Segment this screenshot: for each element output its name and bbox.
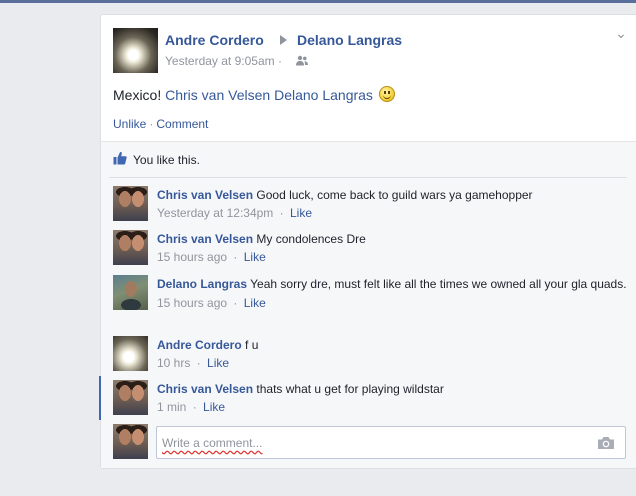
- commenter-avatar[interactable]: [113, 380, 148, 415]
- divider: [109, 177, 627, 178]
- arrow-right-icon: [280, 35, 287, 45]
- comment-text: f u: [245, 338, 259, 352]
- comment-like-button[interactable]: Like: [244, 250, 266, 264]
- smiley-icon: [378, 86, 395, 102]
- comment-input-placeholder: Write a comment...: [162, 436, 263, 450]
- top-nav-strip: [0, 0, 636, 3]
- comment-timestamp[interactable]: 1 min: [157, 400, 186, 414]
- meta-separator: ·: [233, 296, 238, 310]
- post-timestamp[interactable]: Yesterday at 9:05am: [165, 54, 275, 68]
- commenter-name[interactable]: Andre Cordero: [157, 338, 242, 352]
- post-author-link[interactable]: Andre Cordero: [165, 32, 264, 48]
- comment-text: Yeah sorry dre, must felt like all the t…: [250, 277, 627, 291]
- friends-icon[interactable]: [296, 55, 308, 66]
- post-actions: Unlike · Comment: [113, 117, 208, 131]
- post-target-link[interactable]: Delano Langras: [297, 32, 402, 48]
- meta-separator: ·: [277, 54, 282, 68]
- comment-like-button[interactable]: Like: [207, 356, 229, 370]
- meta-separator: ·: [192, 400, 197, 414]
- commenter-avatar[interactable]: [113, 230, 148, 265]
- comment-timestamp[interactable]: 10 hrs: [157, 356, 190, 370]
- thumbs-up-icon: [113, 151, 127, 165]
- commenter-name[interactable]: Chris van Velsen: [157, 382, 253, 396]
- comment-text: My condolences Dre: [256, 232, 366, 246]
- tagged-friend-link[interactable]: Chris van Velsen: [165, 87, 270, 103]
- like-count-text[interactable]: You like this.: [133, 153, 200, 167]
- commenter-name[interactable]: Chris van Velsen: [157, 188, 253, 202]
- comment-input[interactable]: Write a comment...: [156, 426, 626, 459]
- comment-text: Good luck, come back to guild wars ya ga…: [256, 188, 533, 202]
- post-text-prefix: Mexico!: [113, 87, 162, 103]
- current-user-avatar: [113, 424, 148, 459]
- comment-text: thats what u get for playing wildstar: [256, 382, 444, 396]
- new-comment-indicator: [99, 376, 101, 420]
- comment-timestamp[interactable]: 15 hours ago: [157, 250, 227, 264]
- author-avatar[interactable]: [113, 28, 158, 73]
- action-separator: ·: [149, 117, 154, 131]
- comment-timestamp[interactable]: Yesterday at 12:34pm: [157, 206, 273, 220]
- comment-button[interactable]: Comment: [156, 117, 208, 131]
- camera-icon[interactable]: [597, 436, 615, 450]
- unlike-button[interactable]: Unlike: [113, 117, 146, 131]
- comment-like-button[interactable]: Like: [244, 296, 266, 310]
- comment-like-button[interactable]: Like: [203, 400, 225, 414]
- comment-timestamp[interactable]: 15 hours ago: [157, 296, 227, 310]
- commenter-avatar[interactable]: [113, 186, 148, 221]
- meta-separator: ·: [196, 356, 201, 370]
- meta-separator: ·: [279, 206, 284, 220]
- tagged-friend-link[interactable]: Delano Langras: [274, 87, 373, 103]
- meta-separator: ·: [233, 250, 238, 264]
- commenter-name[interactable]: Delano Langras: [157, 277, 247, 291]
- chevron-down-icon[interactable]: ⌄: [614, 26, 628, 40]
- post-text: Mexico! Chris van Velsen Delano Langras: [113, 86, 395, 103]
- post-meta: Yesterday at 9:05am ·: [165, 54, 282, 68]
- comment-like-button[interactable]: Like: [290, 206, 312, 220]
- commenter-name[interactable]: Chris van Velsen: [157, 232, 253, 246]
- commenter-avatar[interactable]: [113, 275, 148, 310]
- commenter-avatar[interactable]: [113, 336, 148, 371]
- like-summary: You like this.: [113, 150, 623, 170]
